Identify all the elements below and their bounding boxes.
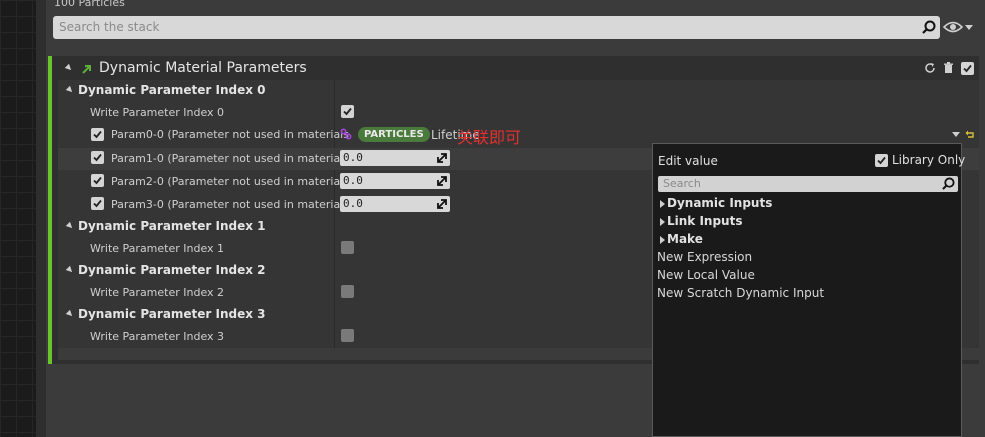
param1-checkbox[interactable] [91,151,104,164]
section-title-0: Dynamic Parameter Index 0 [78,83,266,97]
module-title: Dynamic Material Parameters [99,60,307,76]
category-dynamic-inputs[interactable]: Dynamic Inputs [667,196,772,210]
search-icon[interactable] [922,20,936,34]
annotation-text: 关联即可 [457,128,522,147]
eye-icon[interactable] [943,20,963,34]
param0-dropdown-chevron-icon[interactable] [952,132,960,137]
niagara-editor: 100 Particles Search the stack Dynamic M… [0,0,985,437]
section-title-1: Dynamic Parameter Index 1 [78,219,266,233]
param3-checkbox[interactable] [91,197,104,210]
param3-label: Param3-0 (Parameter not used in material… [111,198,349,211]
stack-search-placeholder: Search the stack [59,20,160,34]
edit-value-popup: Edit value Library Only Search Dynamic I… [652,143,965,437]
param2-value: 0.0 [343,174,363,187]
section-title-2: Dynamic Parameter Index 2 [78,263,266,277]
popup-search-input[interactable]: Search [658,176,958,192]
write-param-checkbox-2[interactable] [341,285,354,298]
trash-icon[interactable] [943,62,954,74]
param2-checkbox[interactable] [91,174,104,187]
menu-item-new-local-value[interactable]: New Local Value [657,268,755,282]
module-accent-bar [48,56,52,364]
param2-label: Param2-0 (Parameter not used in material… [111,175,349,188]
reset-icon[interactable] [965,129,975,139]
particle-count: 100 Particles [54,0,125,9]
panel-splitter[interactable] [36,0,46,437]
menu-item-new-expression[interactable]: New Expression [657,250,752,264]
drag-grip-icon[interactable] [437,153,447,163]
popup-search-placeholder: Search [663,177,701,190]
drag-grip-icon[interactable] [437,176,447,186]
write-param-label-1: Write Parameter Index 1 [90,242,225,255]
param1-label: Param1-0 (Parameter not used in material… [111,152,349,165]
search-icon[interactable] [942,177,955,190]
param1-value-input[interactable]: 0.0 [340,150,450,166]
param1-value: 0.0 [343,151,363,164]
library-only-checkbox[interactable] [875,154,888,167]
param3-value: 0.0 [343,197,363,210]
write-param-checkbox-1[interactable] [341,241,354,254]
section-title-3: Dynamic Parameter Index 3 [78,307,266,321]
expand-arrow-icon[interactable] [660,200,665,208]
category-make[interactable]: Make [667,232,703,246]
link-icon[interactable] [340,128,352,140]
module-enabled-checkbox[interactable] [961,62,974,75]
write-param-checkbox-3[interactable] [341,329,354,342]
param2-value-input[interactable]: 0.0 [340,173,450,189]
particles-namespace-badge: PARTICLES [358,127,430,142]
param0-label: Param0-0 (Parameter not used in material… [111,128,349,141]
library-only-label[interactable]: Library Only [892,153,965,167]
module-arrow-icon [82,65,91,74]
stack-search-input[interactable]: Search the stack [53,16,940,39]
drag-grip-icon[interactable] [437,199,447,209]
column-divider[interactable] [334,80,335,348]
view-options-chevron-down-icon[interactable] [965,25,973,30]
refresh-icon[interactable] [924,62,936,74]
write-param-label-0: Write Parameter Index 0 [90,106,225,119]
write-param-label-2: Write Parameter Index 2 [90,286,225,299]
popup-title: Edit value [658,154,718,168]
graph-background [0,0,36,437]
expand-arrow-icon[interactable] [660,236,665,244]
menu-item-new-scratch-dynamic-input[interactable]: New Scratch Dynamic Input [657,286,824,300]
category-link-inputs[interactable]: Link Inputs [667,214,742,228]
expand-arrow-icon[interactable] [660,218,665,226]
write-param-checkbox-0[interactable] [341,105,354,118]
param3-value-input[interactable]: 0.0 [340,196,450,212]
write-param-label-3: Write Parameter Index 3 [90,330,225,343]
param0-checkbox[interactable] [91,128,104,141]
